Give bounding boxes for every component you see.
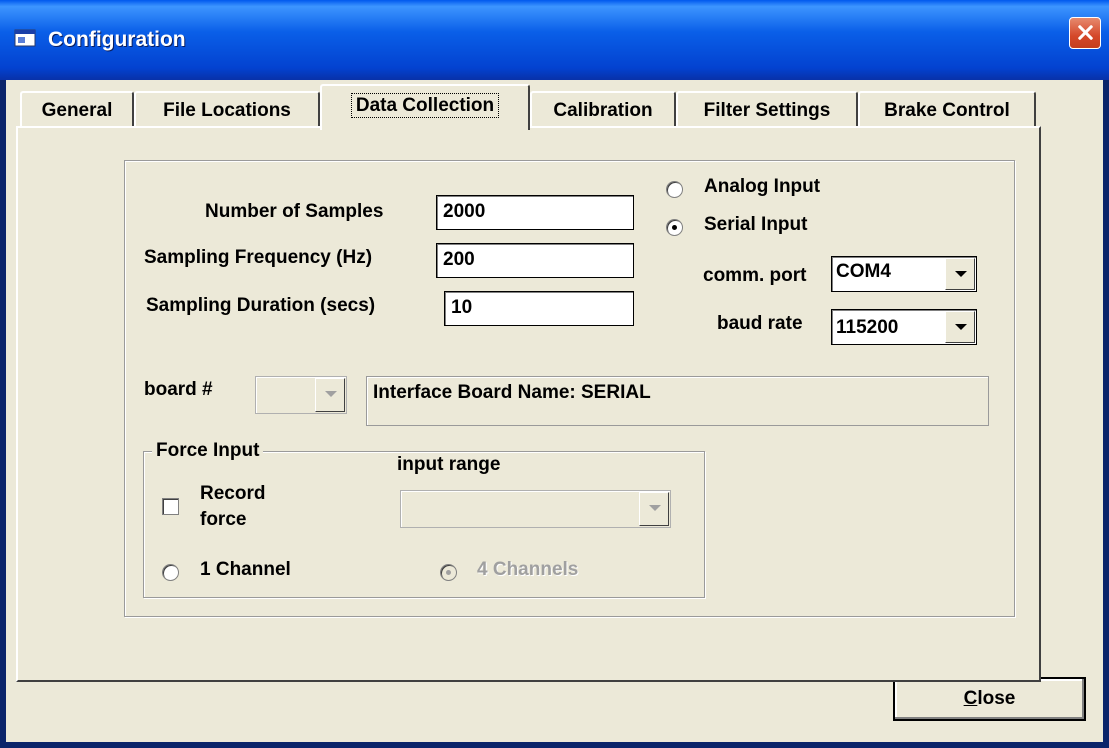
analog-input-radio[interactable]	[666, 181, 683, 198]
num-samples-label: Number of Samples	[205, 201, 384, 222]
force-input-title: Force Input	[152, 440, 264, 462]
frequency-label: Sampling Frequency (Hz)	[144, 247, 373, 268]
close-icon[interactable]	[1069, 17, 1101, 49]
serial-input-radio[interactable]	[666, 219, 683, 236]
tab-brake-control[interactable]: Brake Control	[858, 91, 1036, 127]
configuration-window: Configuration General File Locations Dat…	[0, 0, 1109, 748]
settings-frame: Number of Samples 2000 Sampling Frequenc…	[124, 160, 1015, 617]
one-channel-radio[interactable]	[162, 564, 179, 581]
duration-label: Sampling Duration (secs)	[146, 295, 376, 316]
tab-filter-settings[interactable]: Filter Settings	[676, 91, 858, 127]
chevron-down-icon[interactable]	[945, 311, 975, 343]
tab-data-collection-label: Data Collection	[350, 93, 500, 118]
window-title: Configuration	[48, 28, 186, 51]
tab-data-collection[interactable]: Data Collection	[320, 84, 530, 130]
comm-port-value: COM4	[836, 261, 891, 282]
baud-rate-select[interactable]: 115200	[831, 309, 977, 345]
close-button[interactable]: Close	[893, 677, 1086, 721]
four-channels-radio[interactable]	[440, 564, 457, 581]
tab-general[interactable]: General	[20, 91, 134, 127]
title-bar[interactable]: Configuration	[0, 0, 1109, 80]
dialog-body: General File Locations Data Collection C…	[6, 80, 1103, 742]
serial-input-label[interactable]: Serial Input	[704, 214, 807, 236]
force-input-group: Force Input Record force input range 1 C…	[143, 440, 705, 598]
record-force-label-line2[interactable]: force	[200, 509, 246, 531]
comm-port-select[interactable]: COM4	[831, 256, 977, 292]
board-number-select[interactable]	[255, 376, 347, 414]
one-channel-label[interactable]: 1 Channel	[200, 559, 291, 581]
input-range-select[interactable]	[400, 490, 671, 528]
board-number-label: board #	[144, 379, 213, 400]
duration-input[interactable]: 10	[444, 291, 634, 326]
record-force-checkbox[interactable]	[162, 498, 179, 515]
tab-file-locations[interactable]: File Locations	[134, 91, 320, 127]
analog-input-label[interactable]: Analog Input	[704, 176, 820, 198]
num-samples-input[interactable]: 2000	[436, 195, 634, 230]
close-button-accel: C	[963, 688, 978, 709]
four-channels-label[interactable]: 4 Channels	[477, 559, 578, 581]
chevron-down-icon[interactable]	[315, 378, 345, 412]
close-button-label: lose	[977, 688, 1016, 709]
baud-rate-label: baud rate	[717, 313, 803, 334]
comm-port-label: comm. port	[703, 265, 807, 286]
tab-calibration[interactable]: Calibration	[530, 91, 676, 127]
chevron-down-icon[interactable]	[639, 492, 669, 526]
app-icon	[14, 29, 36, 47]
chevron-down-icon[interactable]	[945, 258, 975, 290]
baud-rate-value: 115200	[836, 317, 899, 338]
frequency-input[interactable]: 200	[436, 243, 634, 278]
board-name-display: Interface Board Name: SERIAL	[366, 376, 989, 426]
record-force-label-line1[interactable]: Record	[200, 483, 265, 505]
data-collection-panel: Number of Samples 2000 Sampling Frequenc…	[16, 126, 1041, 682]
input-range-label: input range	[397, 454, 501, 475]
